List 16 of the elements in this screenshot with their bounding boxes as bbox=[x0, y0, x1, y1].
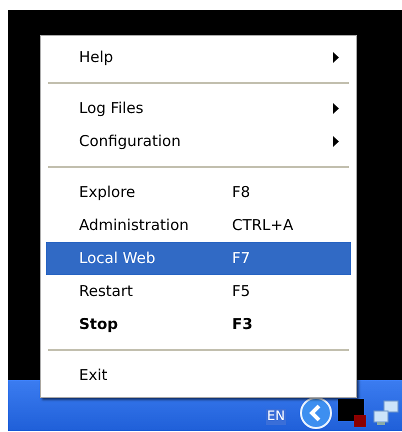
menu-item[interactable]: Local Web F7 bbox=[46, 242, 351, 275]
menu-item[interactable]: Configuration bbox=[46, 125, 351, 158]
menu-item[interactable]: Explore F8 bbox=[46, 176, 351, 209]
menu-item[interactable]: Log Files bbox=[46, 92, 351, 125]
submenu-arrow-icon bbox=[333, 103, 339, 114]
tray-app-icon[interactable] bbox=[338, 398, 366, 426]
menu-item[interactable]: Exit bbox=[46, 359, 351, 392]
chevron-icon[interactable] bbox=[300, 396, 332, 428]
menu-item[interactable]: Help bbox=[46, 41, 351, 74]
submenu-arrow-icon bbox=[333, 52, 339, 63]
network-icon[interactable] bbox=[372, 398, 400, 426]
menu-item[interactable]: Restart F5 bbox=[46, 275, 351, 308]
submenu-arrow-icon bbox=[333, 136, 339, 147]
menu-item[interactable]: Stop F3 bbox=[46, 308, 351, 341]
language-indicator[interactable]: EN bbox=[266, 408, 286, 424]
menu-item[interactable]: Administration CTRL+A bbox=[46, 209, 351, 242]
